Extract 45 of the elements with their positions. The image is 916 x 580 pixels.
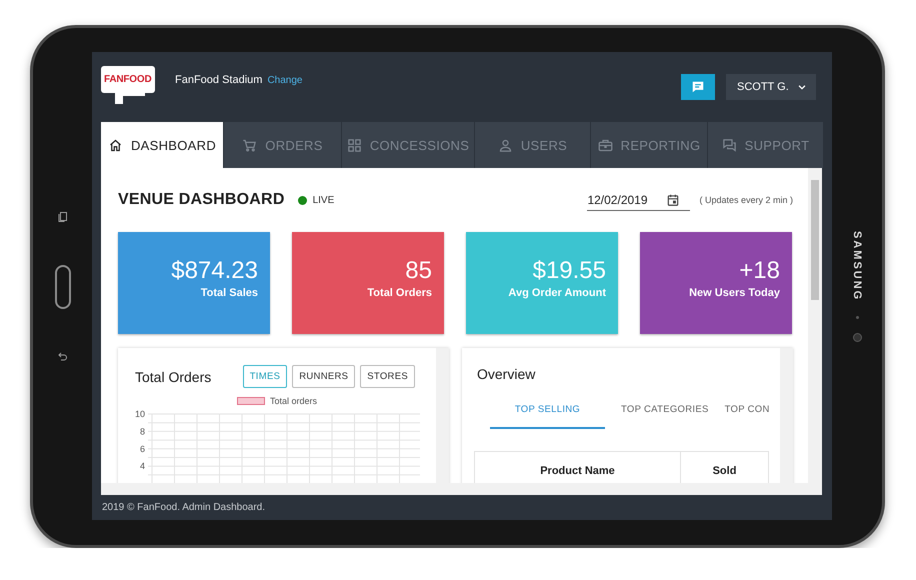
update-note: ( Updates every 2 min ) [699, 195, 793, 205]
cart-icon [242, 138, 258, 152]
calendar-icon [666, 193, 680, 207]
nav-tab[interactable]: DASHBOARD [101, 122, 223, 168]
stat-label: New Users Today [688, 287, 780, 299]
axis-tick-label: 4 [140, 461, 145, 472]
panel-title: Overview [476, 365, 536, 382]
legend-label: Total orders [270, 396, 318, 406]
message-icon [691, 80, 705, 94]
page-title: VENUE DASHBOARD [118, 191, 285, 209]
home-icon [108, 138, 123, 152]
stat-value: $874.23 [170, 257, 258, 285]
stat-label: Avg Order Amount [507, 287, 606, 299]
filter-button[interactable]: STORES [360, 365, 415, 388]
grid-icon [346, 138, 362, 152]
camera-lens [852, 332, 862, 342]
filter-button[interactable]: TIMES [242, 365, 288, 388]
filter-button[interactable]: RUNNERS [292, 365, 356, 388]
panel-title: Total Orders [135, 368, 212, 384]
overview-tab[interactable]: TOP SELLING [490, 396, 605, 429]
chat-icon [722, 138, 737, 152]
stat-label: Total Sales [200, 287, 258, 299]
person-icon [498, 138, 513, 152]
brand-name: SAMSUNG [851, 231, 863, 302]
overview-tab[interactable]: TOP CATEGORIES [621, 396, 709, 429]
axis-tick-label: 8 [140, 426, 145, 436]
scrollbar[interactable] [101, 483, 822, 495]
footer-text: 2019 © FanFood. Admin Dashboard. [102, 502, 266, 513]
chat-button[interactable] [681, 74, 715, 100]
user-menu[interactable]: SCOTT G. [726, 74, 816, 100]
axis-tick-label: 10 [134, 409, 145, 419]
home-button[interactable] [54, 264, 70, 308]
venue-name: FanFood Stadium [175, 74, 262, 86]
date-field[interactable]: 12/02/2019 [587, 189, 690, 211]
stat-label: Total Orders [366, 287, 432, 299]
stat-value: 85 [404, 257, 432, 285]
sensor-dot [856, 316, 858, 319]
briefcase-icon [598, 138, 613, 152]
scrollbar[interactable] [808, 168, 822, 483]
stat-value: $19.55 [532, 257, 606, 285]
overview-tab[interactable]: TOP CON [724, 396, 770, 429]
change-link[interactable]: Change [267, 75, 302, 86]
status-label: LIVE [312, 194, 334, 206]
stat-value: +18 [738, 257, 780, 285]
axis-tick-label: 6 [140, 444, 145, 454]
